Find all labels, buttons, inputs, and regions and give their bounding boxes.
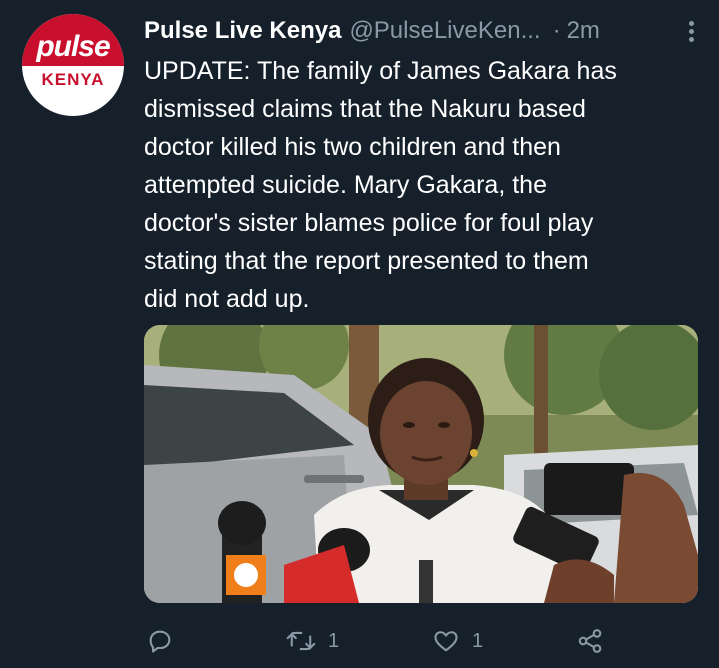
tweet-photo[interactable] — [144, 325, 698, 603]
tweet-actions: 1 1 — [144, 624, 624, 658]
share-icon — [576, 627, 604, 655]
more-options-icon[interactable] — [678, 18, 704, 44]
avatar-label: KENYA — [41, 70, 105, 89]
retweet-button[interactable]: 1 — [286, 624, 339, 658]
reply-icon — [146, 627, 174, 655]
tweet-header: Pulse Live Kenya @PulseLiveKen... · 2m — [144, 14, 704, 48]
display-name[interactable]: Pulse Live Kenya — [144, 17, 341, 45]
tweet-text: UPDATE: The family of James Gakara has d… — [144, 57, 617, 313]
retweet-icon — [286, 627, 316, 655]
user-handle[interactable]: @PulseLiveKen... — [349, 17, 540, 45]
avatar-logo-text: pulse — [36, 30, 110, 63]
share-button[interactable] — [576, 624, 604, 658]
retweet-count: 1 — [328, 629, 340, 652]
avatar[interactable]: pulse KENYA — [22, 14, 124, 116]
heart-icon — [432, 627, 460, 655]
reply-button[interactable] — [146, 624, 174, 658]
like-button[interactable]: 1 — [432, 624, 483, 658]
like-count: 1 — [472, 629, 484, 652]
separator-dot: · — [552, 17, 561, 44]
avatar-logo-area: pulse — [22, 14, 124, 66]
timestamp[interactable]: 2m — [567, 17, 600, 45]
tweet[interactable]: pulse KENYA Pulse Live Kenya @PulseLiveK… — [0, 0, 719, 668]
